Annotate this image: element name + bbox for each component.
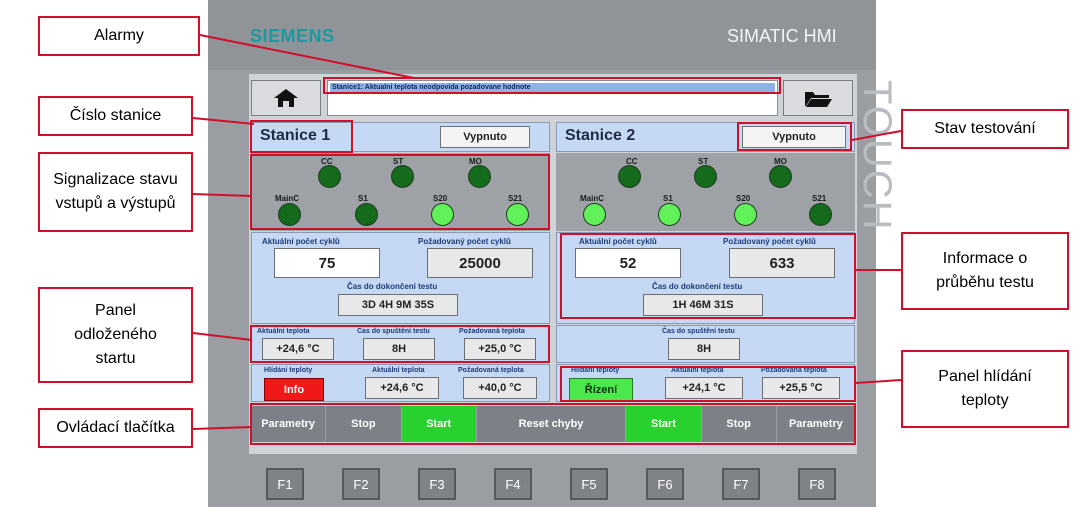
callout-cislo-stanice: Číslo stanice [38, 96, 193, 136]
callout-hlidani-line2: teploty [961, 392, 1009, 409]
callout-stav-testovani: Stav testování [901, 109, 1069, 149]
callout-hlidani-line1: Panel hlídání [938, 368, 1032, 385]
callout-signalizace-line1: Signalizace stavu [53, 171, 178, 188]
callout-odlozeny-line2: odloženého [74, 326, 157, 343]
callout-informace-line1: Informace o [942, 250, 1028, 267]
callout-panel-hlidani-teploty: Panel hlídání teploty [901, 350, 1069, 428]
callout-informace-o-prubehu: Informace o průběhu testu [901, 232, 1069, 310]
callout-signalizace-line2: vstupů a výstupů [55, 195, 176, 212]
callout-panel-odlozeneho-startu: Panel odloženého startu [38, 287, 193, 383]
callout-alarmy: Alarmy [38, 16, 200, 56]
callout-signalizace: Signalizace stavu vstupů a výstupů [38, 152, 193, 232]
callout-odlozeny-line3: startu [95, 350, 136, 367]
callout-ovladaci-tlacitka: Ovládací tlačítka [38, 408, 193, 448]
callout-odlozeny-line1: Panel [95, 302, 136, 319]
callout-informace-line2: průběhu testu [936, 274, 1034, 291]
